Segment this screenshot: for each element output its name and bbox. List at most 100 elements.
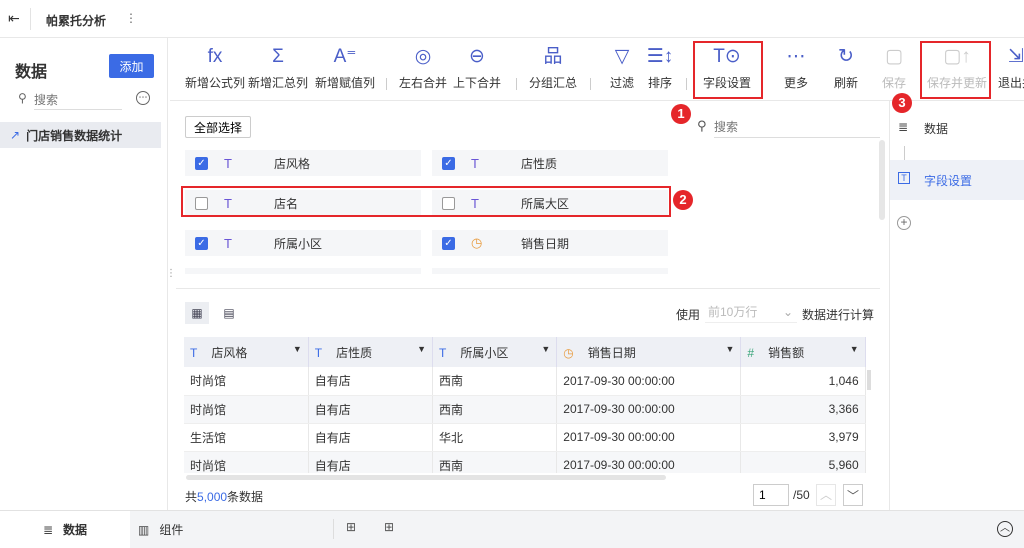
vertical-scrollbar[interactable]	[867, 370, 871, 390]
rows-select[interactable]: 前10万行 ⌄	[705, 301, 797, 323]
steps-panel: ≣ 数据 T 字段设置 +	[889, 100, 1024, 510]
toolbar-button-1[interactable]: Σ 新增汇总列	[248, 44, 308, 91]
dropdown-icon[interactable]: ▼	[293, 344, 302, 354]
toolbar-icon: ⇲	[1008, 46, 1024, 67]
toolbar-button-4[interactable]: ⊖ 上下合并	[452, 44, 502, 91]
more-options-icon[interactable]: ⋯	[136, 91, 150, 105]
table-cell: 西南	[432, 367, 558, 396]
horizontal-scrollbar[interactable]	[186, 475, 666, 480]
column-header[interactable]: T 店风格 ▼	[184, 337, 309, 367]
divider	[516, 78, 517, 90]
total-suffix: 条数据	[227, 490, 264, 504]
tab-data[interactable]: ≣ 数据	[0, 511, 130, 548]
column-header[interactable]: ◷ 销售日期 ▼	[556, 337, 742, 367]
toolbar-button-13[interactable]: ⇲ 退出并	[996, 44, 1024, 91]
sidebar-title: 数据	[15, 64, 48, 81]
highlight-field-settings	[693, 41, 763, 99]
dropdown-icon[interactable]: ▼	[541, 344, 550, 354]
add-chart-icon[interactable]: ⊞	[346, 520, 356, 534]
grid-view-icon[interactable]: ▦	[185, 302, 209, 324]
sidebar-item-label: 门店销售数据统计	[26, 128, 123, 143]
total-count: 共5,000条数据	[185, 488, 263, 505]
page-count: /50	[793, 488, 810, 502]
field-checkbox[interactable]: ✓	[442, 236, 455, 250]
field-search-input[interactable]	[714, 116, 880, 138]
resize-handle[interactable]: ⋮	[166, 268, 176, 279]
more-menu-icon[interactable]: ⋮	[125, 11, 137, 25]
column-type-icon: #	[747, 345, 755, 360]
toolbar-label: 退出并	[997, 76, 1024, 90]
sidebar-item-dataset[interactable]: ↗ 门店销售数据统计	[0, 122, 161, 148]
field-checkbox[interactable]: ✓	[442, 156, 455, 170]
table-row: 生活馆自有店华北2017-09-30 00:00:003,9791	[184, 423, 866, 452]
field-icon: T	[898, 172, 910, 184]
use-label: 使用	[676, 308, 701, 322]
calc-label: 数据进行计算	[802, 308, 875, 322]
prev-page-button[interactable]: ︿	[816, 484, 836, 506]
table-cell: 2017-09-30 00:00:00	[556, 367, 742, 396]
toolbar-button-5[interactable]: 品分组汇总	[528, 44, 578, 91]
column-header[interactable]: T 店性质 ▼	[308, 337, 434, 367]
dropdown-icon[interactable]: ▼	[725, 344, 734, 354]
field-type-icon: T	[224, 155, 232, 171]
table-cell: 时尚馆	[184, 367, 309, 396]
bottom-bar: ≣ 数据 ▥ 组件 ⊞ ⊞ ︿	[0, 510, 1024, 548]
next-page-button[interactable]: ﹀	[843, 484, 863, 506]
toolbar-icon: ▽	[614, 46, 630, 67]
toolbar-button-6[interactable]: ▽ 过滤	[608, 44, 636, 91]
search-icon: ⚲	[697, 118, 707, 133]
sidebar: 数据 添加 ⚲ ⋯ ↗ 门店销售数据统计	[0, 38, 168, 510]
back-icon[interactable]: ⇤	[8, 10, 20, 27]
toolbar-label: 分组汇总	[528, 76, 577, 90]
divider	[30, 8, 31, 30]
toolbar-label: 新增汇总列	[248, 76, 309, 90]
collapse-icon[interactable]: ︿	[997, 521, 1013, 537]
layout-view-icon[interactable]: ▤	[219, 302, 239, 324]
field-item[interactable]: ✓ ◷ 销售日期	[432, 230, 668, 256]
column-header[interactable]: T 所属小区 ▼	[432, 337, 558, 367]
add-component-icon[interactable]: ⊞	[384, 520, 394, 534]
column-header[interactable]: # 销售额 ▼	[740, 337, 866, 367]
divider	[333, 519, 334, 539]
dropdown-icon[interactable]: ▼	[850, 344, 859, 354]
step-data[interactable]: 数据	[924, 120, 948, 137]
field-checkbox[interactable]: ✓	[195, 236, 208, 250]
column-type-icon: T	[439, 345, 447, 360]
table-cell: 华北	[432, 423, 558, 452]
field-name: 店风格	[274, 156, 311, 171]
toolbar-button-11[interactable]: ▢ 保存	[880, 44, 908, 91]
step-field-settings[interactable]: T 字段设置	[890, 160, 1024, 200]
table-cell: 时尚馆	[184, 395, 309, 424]
toolbar-button-2[interactable]: A⁼ 新增赋值列	[312, 44, 378, 91]
toolbar-button-9[interactable]: ⋯ 更多	[781, 44, 811, 91]
toolbar-button-0[interactable]: fx 新增公式列	[185, 44, 245, 91]
field-item[interactable]: ✓ T 店性质	[432, 150, 668, 176]
badge-1: 1	[671, 104, 691, 124]
scrollbar[interactable]	[879, 140, 885, 220]
table-cell: 西南	[432, 451, 558, 473]
step-label: 字段设置	[924, 174, 973, 188]
preview-table: T店风格▼T店性质▼T所属小区▼◷销售日期▼#销售额▼#毛利▼时尚馆自有店西南2…	[184, 337, 866, 473]
toolbar-label: 过滤	[609, 76, 634, 90]
total-prefix: 共	[185, 490, 198, 504]
search-input[interactable]	[34, 90, 122, 110]
field-item[interactable]: ✓ T 所属小区	[185, 230, 421, 256]
field-item[interactable]: ✓ T 店风格	[185, 150, 421, 176]
toolbar-label: 上下合并	[452, 76, 501, 90]
table-cell: 2017-09-30 00:00:00	[556, 451, 742, 473]
add-button[interactable]: 添加	[109, 54, 154, 78]
dropdown-icon[interactable]: ▼	[417, 344, 426, 354]
table-cell: 2017-09-30 00:00:00	[556, 423, 742, 452]
add-step-icon[interactable]: +	[897, 216, 911, 230]
badge-3: 3	[892, 93, 912, 113]
toolbar-button-10[interactable]: ↻ 刷新	[831, 44, 861, 91]
tab-components[interactable]: ▥ 组件	[138, 521, 183, 538]
toolbar-button-7[interactable]: ☰↕ 排序	[646, 44, 674, 91]
column-header[interactable]: #毛利▼	[865, 337, 866, 367]
select-all-button[interactable]: 全部选择	[185, 116, 251, 138]
toolbar-button-3[interactable]: ◎ 左右合并	[398, 44, 448, 91]
field-checkbox[interactable]: ✓	[195, 156, 208, 170]
toolbar-icon: ◎	[414, 46, 432, 67]
page-input[interactable]	[753, 484, 789, 506]
database-icon: ≣	[898, 120, 909, 134]
